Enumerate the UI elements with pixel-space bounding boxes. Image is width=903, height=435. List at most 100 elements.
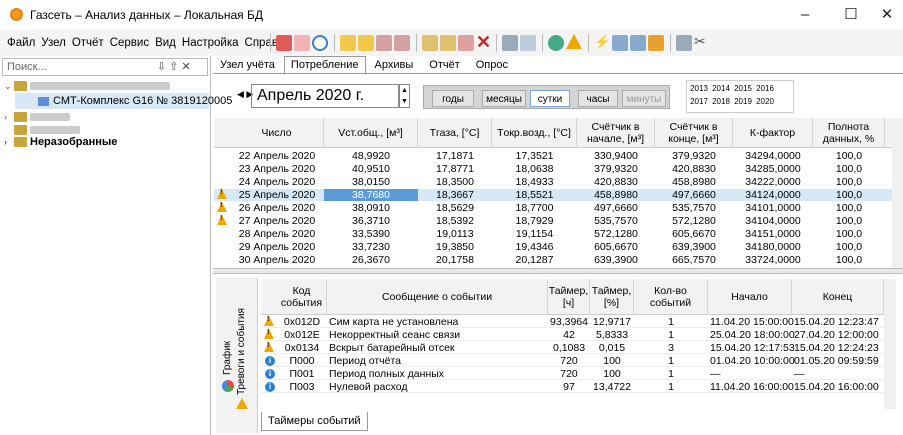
table-row[interactable]: 30 Апрель 2020 26,3670 20,1758 20,1287 639,3… (214, 254, 892, 266)
ev-col-end[interactable]: Конец (792, 279, 884, 315)
events-scrollbar[interactable] (884, 279, 896, 409)
gran-days-button[interactable]: сутки (530, 90, 570, 107)
tab-event-timers[interactable]: Таймеры событий (261, 412, 368, 431)
table-row[interactable]: 26 Апрель 2020 38,0910 18,5629 18,7700 497,6… (214, 202, 892, 214)
ev-col-timer-pct[interactable]: Таймер, [%] (590, 279, 634, 315)
tools-icon[interactable]: ✂ (694, 33, 706, 50)
ev-col-start[interactable]: Начало (708, 279, 792, 315)
table-icon[interactable] (676, 35, 692, 51)
event-cell: 01.05.20 09:59:59 (794, 355, 879, 367)
table-cell: 18,7700 (515, 202, 554, 214)
col-air-temp[interactable]: Tокр.возд., [°C] (492, 118, 577, 148)
table-row[interactable]: 29 Апрель 2020 33,7230 19,3850 19,4346 605,6… (214, 241, 892, 253)
event-row[interactable]: i П003 Нулевой расход 97 13,4722 1 11.04.20 16… (261, 381, 884, 393)
menu-settings[interactable]: Настройка (179, 30, 242, 56)
refresh-icon[interactable] (312, 35, 328, 51)
gran-years-button[interactable]: годы (432, 90, 474, 107)
col-k-factor[interactable]: К-фактор (733, 118, 813, 148)
battery-icon[interactable] (648, 35, 664, 51)
print-icon[interactable] (502, 35, 518, 51)
ev-col-timer-h[interactable]: Таймер, [ч] (548, 279, 590, 315)
table-row[interactable]: 27 Апрель 2020 36,3710 18,5392 18,7929 535,7… (214, 215, 892, 227)
table-row[interactable]: 23 Апрель 2020 40,9510 17,8771 18,0638 379,9… (214, 163, 892, 175)
folder-arrow-icon[interactable] (358, 35, 374, 51)
table-cell: 17,3521 (515, 150, 554, 162)
gran-hours-button[interactable]: часы (578, 90, 618, 107)
tree-node-group1[interactable]: › (4, 111, 70, 123)
table-row[interactable]: 22 Апрель 2020 48,9920 17,1871 17,3521 330,9… (214, 150, 892, 162)
col-counter-start[interactable]: Счётчик в начале, [м³] (577, 118, 655, 148)
menu-node[interactable]: Узел (38, 30, 69, 56)
year-2017[interactable]: 2017 (689, 97, 709, 108)
table-cell: 100,0 (835, 176, 863, 188)
menu-view[interactable]: Вид (152, 30, 179, 56)
side-tab-chart[interactable]: График (222, 341, 233, 375)
year-2015[interactable]: 2015 (733, 84, 753, 95)
menu-report[interactable]: Отчёт (69, 30, 107, 56)
folder-yellow-icon[interactable] (340, 35, 356, 51)
chart-icon[interactable] (276, 35, 292, 51)
menu-file[interactable]: Файл (4, 30, 38, 56)
tree-node-group2[interactable] (14, 124, 80, 136)
ev-col-code[interactable]: Код события (277, 279, 327, 315)
year-2013[interactable]: 2013 (689, 84, 709, 95)
month-spinner[interactable]: ▲ ▼ (399, 84, 410, 108)
ev-col-count[interactable]: Кол-во событий (634, 279, 708, 315)
table-row[interactable]: 24 Апрель 2020 38,0150 18,3500 18,4933 420,8… (214, 176, 892, 188)
warning-icon[interactable] (566, 34, 582, 49)
col-date[interactable]: Число (230, 118, 324, 148)
device-edit-icon[interactable] (458, 35, 474, 51)
tree-node-root[interactable]: ⌄ (4, 80, 170, 92)
lightning-icon[interactable]: ⚡ (594, 34, 610, 50)
search-controls-icon[interactable]: ⇩ ⇧ ✕ (157, 60, 191, 73)
table-cell: 18,5521 (515, 189, 554, 201)
export-icon[interactable] (612, 35, 628, 51)
col-counter-end[interactable]: Счётчик в конце, [м³] (655, 118, 733, 148)
close-button[interactable]: ✕ (872, 4, 902, 26)
year-2019[interactable]: 2019 (733, 97, 753, 108)
toolbar-separator (496, 34, 497, 52)
table-cell: 18,5629 (436, 202, 474, 214)
folder-edit-icon[interactable] (376, 35, 392, 51)
import-icon[interactable] (630, 35, 646, 51)
event-row[interactable]: 0x012D Сим карта не установлена 93,3964 12,… (261, 316, 884, 328)
event-cell: 5,8333 (595, 329, 629, 341)
gran-minutes-button[interactable]: минуты (622, 90, 666, 107)
event-row[interactable]: i П000 Период отчёта 720 100 1 01.04.20 10:00:… (261, 355, 884, 367)
col-volume[interactable]: Vст.общ., [м³] (324, 118, 418, 148)
event-cell: 13,4722 (593, 381, 631, 393)
menu-items: Файл Узел Отчёт Сервис Вид Настройка Справка (4, 30, 293, 56)
ev-col-message[interactable]: Сообщение о событии (327, 279, 548, 315)
maximize-button[interactable]: ☐ (836, 4, 866, 26)
event-row[interactable]: 0x0134 Вскрыт батарейный отсек 0,1083 0,015… (261, 342, 884, 354)
event-cell: 15.04.20 16:00:00 (794, 381, 879, 393)
delete-icon[interactable]: ✕ (476, 32, 491, 53)
pin-icon[interactable] (294, 35, 310, 51)
col-completeness[interactable]: Полнота данных, % (813, 118, 885, 148)
event-row[interactable]: i П001 Период полных данных 720 100 1 — — (261, 368, 884, 380)
table-row[interactable]: 25 Апрель 2020 38,7680 18,3667 18,5521 458,8… (214, 189, 892, 201)
month-selector[interactable]: Апрель 2020 г. (251, 84, 399, 108)
grid-scrollbar[interactable] (892, 118, 903, 268)
gran-months-button[interactable]: месяцы (482, 90, 526, 107)
event-cell: П000 (289, 355, 315, 367)
device-move-icon[interactable] (440, 35, 456, 51)
folder-link-icon[interactable] (394, 35, 410, 51)
app-logo-icon (10, 8, 23, 21)
year-2016[interactable]: 2016 (755, 84, 775, 95)
table-row[interactable]: 28 Апрель 2020 33,5390 19,0113 19,1154 572,1… (214, 228, 892, 240)
minimize-button[interactable]: – (790, 4, 820, 26)
preview-icon[interactable] (520, 35, 536, 51)
tree-node-device[interactable]: СМТ-Комплекс G16 № 3819120005 (38, 95, 232, 107)
col-gas-temp[interactable]: Tгаза, [°C] (418, 118, 492, 148)
year-2014[interactable]: 2014 (711, 84, 731, 95)
panel-splitter[interactable] (213, 268, 903, 274)
tree-node-unsorted[interactable]: › Неразобранные (4, 136, 117, 148)
globe-icon[interactable] (548, 35, 564, 51)
year-2018[interactable]: 2018 (711, 97, 731, 108)
event-row[interactable]: 0x012E Некорректный сеанс связи 42 5,8333 1 2… (261, 329, 884, 341)
menu-service[interactable]: Сервис (107, 30, 152, 56)
device-add-icon[interactable] (422, 35, 438, 51)
year-2020[interactable]: 2020 (755, 97, 775, 108)
side-tab-alarms[interactable]: Тревоги и события (236, 308, 247, 395)
